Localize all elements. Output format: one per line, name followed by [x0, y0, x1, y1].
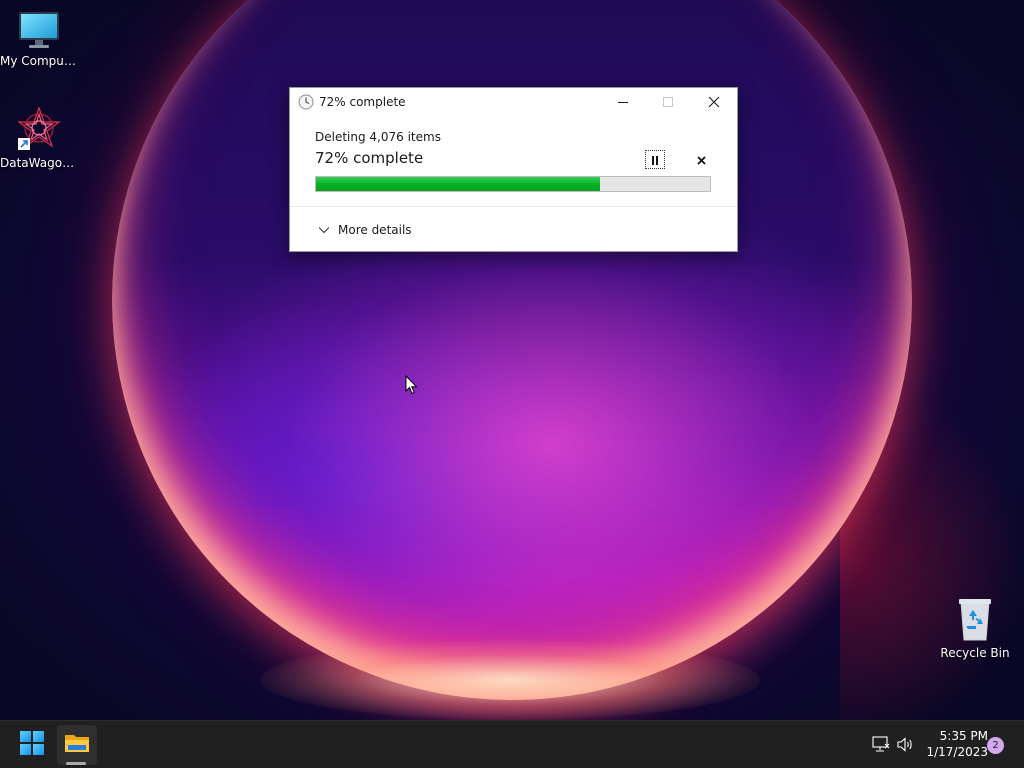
windows-logo-icon [20, 731, 44, 759]
recycle-bin-icon [955, 596, 995, 642]
dialog-title: 72% complete [319, 95, 406, 109]
minimize-icon [617, 93, 629, 112]
cancel-operation-button[interactable] [692, 150, 710, 168]
more-details-toggle[interactable]: More details [318, 221, 412, 239]
taskbar: 5:35 PM 1/17/2023 2 [0, 720, 1024, 768]
clock-time: 5:35 PM [939, 729, 988, 743]
maximize-icon [662, 93, 674, 112]
clock-icon [298, 94, 314, 110]
minimize-button[interactable] [600, 88, 645, 116]
start-button[interactable] [14, 727, 50, 763]
desktop-icon-datawagon[interactable]: DataWagon... [0, 106, 78, 170]
desktop-icon-label: Recycle Bin [940, 646, 1010, 660]
operation-heading: Deleting 4,076 items [315, 130, 441, 144]
active-app-indicator [66, 762, 86, 765]
clock-date: 1/17/2023 [926, 745, 988, 759]
pause-button[interactable] [645, 150, 665, 169]
close-button[interactable] [691, 88, 736, 116]
system-clock[interactable]: 5:35 PM 1/17/2023 [918, 728, 988, 760]
delete-progress-dialog: 72% complete Deleting 4,076 items 72% co… [289, 87, 738, 252]
close-icon [708, 93, 720, 112]
desktop-icon-label: My Computer [0, 54, 78, 68]
more-details-label: More details [338, 223, 412, 237]
dialog-titlebar[interactable]: 72% complete [290, 88, 737, 116]
maximize-button [645, 88, 690, 116]
network-icon[interactable] [872, 736, 890, 757]
taskbar-file-explorer-button[interactable] [57, 725, 97, 765]
progress-bar [315, 176, 711, 192]
chevron-down-icon [318, 223, 330, 237]
mouse-cursor-icon [405, 374, 418, 399]
volume-icon[interactable] [896, 736, 914, 757]
monitor-icon [17, 10, 61, 50]
desktop-icon-my-computer[interactable]: My Computer [0, 10, 78, 68]
pause-icon [651, 150, 659, 169]
wallpaper-horizon-glow [260, 640, 760, 720]
cancel-icon [696, 150, 706, 169]
progress-bar-fill [316, 177, 600, 191]
desktop-icon-recycle-bin[interactable]: Recycle Bin [936, 596, 1014, 660]
dialog-divider [290, 206, 737, 207]
notification-count-badge[interactable]: 2 [987, 737, 1004, 754]
percent-complete-text: 72% complete [315, 149, 424, 167]
desktop-icon-label: DataWagon... [0, 156, 78, 170]
folder-icon [64, 732, 90, 758]
datawagon-app-icon [16, 106, 62, 152]
